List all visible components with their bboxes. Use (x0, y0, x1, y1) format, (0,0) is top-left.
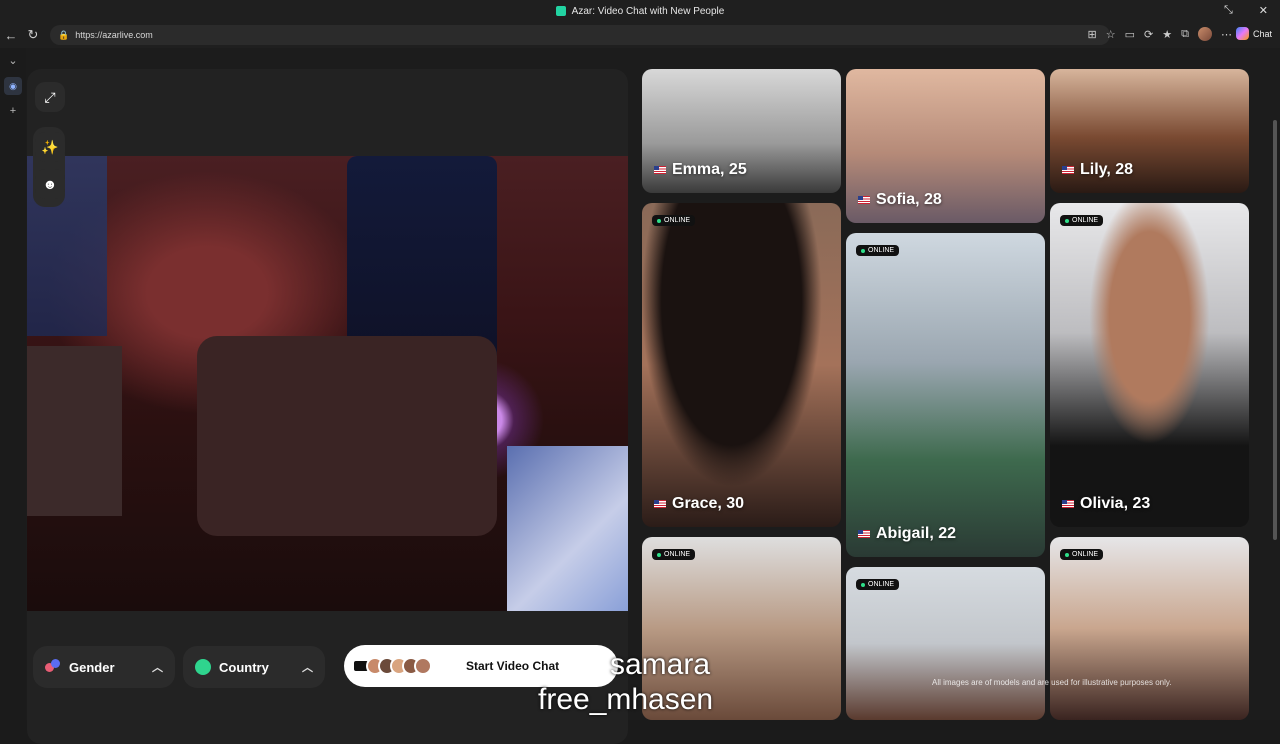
more-icon[interactable]: ⋯ (1221, 28, 1232, 41)
close-icon[interactable]: ✕ (1259, 4, 1268, 17)
online-badge: ONLINE (856, 245, 900, 256)
avatar (414, 657, 432, 675)
online-badge: ONLINE (652, 215, 696, 226)
us-flag-icon (1062, 166, 1074, 174)
online-dot-icon (861, 582, 865, 587)
smile-icon: ☻ (42, 176, 58, 192)
online-dot-icon (657, 218, 661, 223)
lock-icon: 🔒 (58, 29, 70, 40)
background-blanket (507, 446, 628, 611)
profile-card[interactable]: Emma, 25 (642, 69, 841, 193)
favorite-icon[interactable]: ☆ (1106, 28, 1116, 41)
profile-name: Abigail, 22 (858, 525, 956, 543)
minimize-icon[interactable]: ⤡ (1224, 4, 1233, 17)
background-shelf (27, 346, 122, 516)
us-flag-icon (858, 530, 870, 538)
online-badge: ONLINE (1060, 215, 1104, 226)
url-text: https://azarlive.com (75, 30, 153, 40)
us-flag-icon (858, 196, 870, 204)
globe-icon (195, 659, 211, 675)
start-label: Start Video Chat (466, 659, 560, 673)
window-controls: ⤡ ✕ (1224, 4, 1268, 17)
caption-line-2: free_mhasen (538, 683, 714, 716)
online-badge: ONLINE (1060, 549, 1104, 560)
online-dot-icon (1065, 552, 1069, 557)
background-bed (197, 336, 497, 536)
profile-avatar[interactable] (1198, 27, 1212, 41)
gender-filter[interactable]: Gender ︿ (33, 646, 175, 688)
vertical-tab-rail: ⌄ ◉ + (0, 48, 26, 720)
profile-name: Emma, 25 (654, 161, 747, 179)
profile-card[interactable]: ONLINE Abigail, 22 (846, 233, 1045, 557)
chevron-down-icon[interactable]: ⌄ (8, 54, 17, 67)
magic-wand-icon: ✨ (41, 138, 59, 155)
address-bar: ← ↻ 🔒 https://azarlive.com ⊞ ☆ ▭ ⟳ ★ ⧉ ⋯… (0, 22, 1280, 48)
new-tab-icon[interactable]: + (10, 105, 16, 117)
online-dot-icon (1065, 218, 1069, 223)
back-icon[interactable]: ← (0, 28, 22, 43)
window-titlebar: Azar: Video Chat with New People ⤡ ✕ (0, 0, 1280, 22)
copilot-chat-button[interactable]: Chat (1235, 27, 1272, 40)
online-dot-icon (657, 552, 661, 557)
country-label: Country (219, 659, 269, 675)
expand-icon: ⤢ (44, 88, 56, 105)
favorites-icon[interactable]: ★ (1162, 28, 1172, 41)
avatar-stack (366, 657, 432, 675)
chat-label: Chat (1252, 28, 1272, 39)
refresh-icon[interactable]: ↻ (22, 27, 44, 43)
disclaimer-text: All images are of models and are used fo… (932, 678, 1172, 687)
azar-app-icon (555, 6, 566, 16)
video-panel: ⤢ ✨ ☻ Gender ︿ Country ︿ (27, 69, 628, 744)
sticker-button[interactable]: ☻ (35, 169, 65, 199)
copilot-icon (1235, 27, 1249, 40)
profile-card[interactable]: ONLINE Grace, 30 (642, 203, 841, 527)
filter-bar: Gender ︿ Country ︿ (33, 646, 325, 688)
camera-icon[interactable]: ▭ (1125, 28, 1135, 41)
expand-button[interactable]: ⤢ (35, 82, 65, 112)
collections-icon[interactable]: ⧉ (1181, 28, 1189, 41)
us-flag-icon (654, 166, 666, 174)
page-content: ⤢ ✨ ☻ Gender ︿ Country ︿ Start Video Cha… (26, 48, 1280, 744)
profile-card[interactable]: Sofia, 28 (846, 69, 1045, 223)
profile-name: Grace, 30 (654, 495, 744, 513)
active-tab-icon[interactable]: ◉ (4, 77, 22, 95)
us-flag-icon (654, 500, 666, 508)
profile-name: Lily, 28 (1062, 161, 1133, 179)
chevron-up-icon: ︿ (302, 662, 313, 674)
online-badge: ONLINE (856, 579, 900, 590)
gender-label: Gender (69, 659, 115, 675)
window-title: Azar: Video Chat with New People (571, 5, 725, 17)
extensions-icon[interactable]: ⟳ (1144, 28, 1153, 41)
profile-card[interactable]: ONLINE Olivia, 23 (1050, 203, 1249, 527)
profile-card[interactable]: ONLINE (1050, 537, 1249, 720)
chevron-up-icon: ︿ (152, 662, 163, 674)
profile-card[interactable]: ONLINE (846, 567, 1045, 720)
caption-line-1: samara (610, 648, 711, 681)
gender-icon (45, 659, 61, 675)
url-field[interactable]: 🔒 https://azarlive.com (50, 25, 1110, 45)
online-dot-icon (861, 248, 865, 253)
effects-button[interactable]: ✨ (35, 132, 65, 162)
us-flag-icon (1062, 500, 1074, 508)
browser-toolbar: ⊞ ☆ ▭ ⟳ ★ ⧉ ⋯ (1088, 27, 1232, 41)
profile-card[interactable]: Lily, 28 (1050, 69, 1249, 193)
country-filter[interactable]: Country ︿ (183, 646, 325, 688)
profile-name: Olivia, 23 (1062, 495, 1150, 513)
apps-icon[interactable]: ⊞ (1088, 28, 1097, 41)
profile-name: Sofia, 28 (858, 191, 942, 209)
page-scrollbar[interactable] (1273, 120, 1277, 540)
online-badge: ONLINE (652, 549, 696, 560)
camera-preview (27, 156, 628, 611)
start-video-chat-button[interactable]: Start Video Chat (344, 645, 618, 687)
